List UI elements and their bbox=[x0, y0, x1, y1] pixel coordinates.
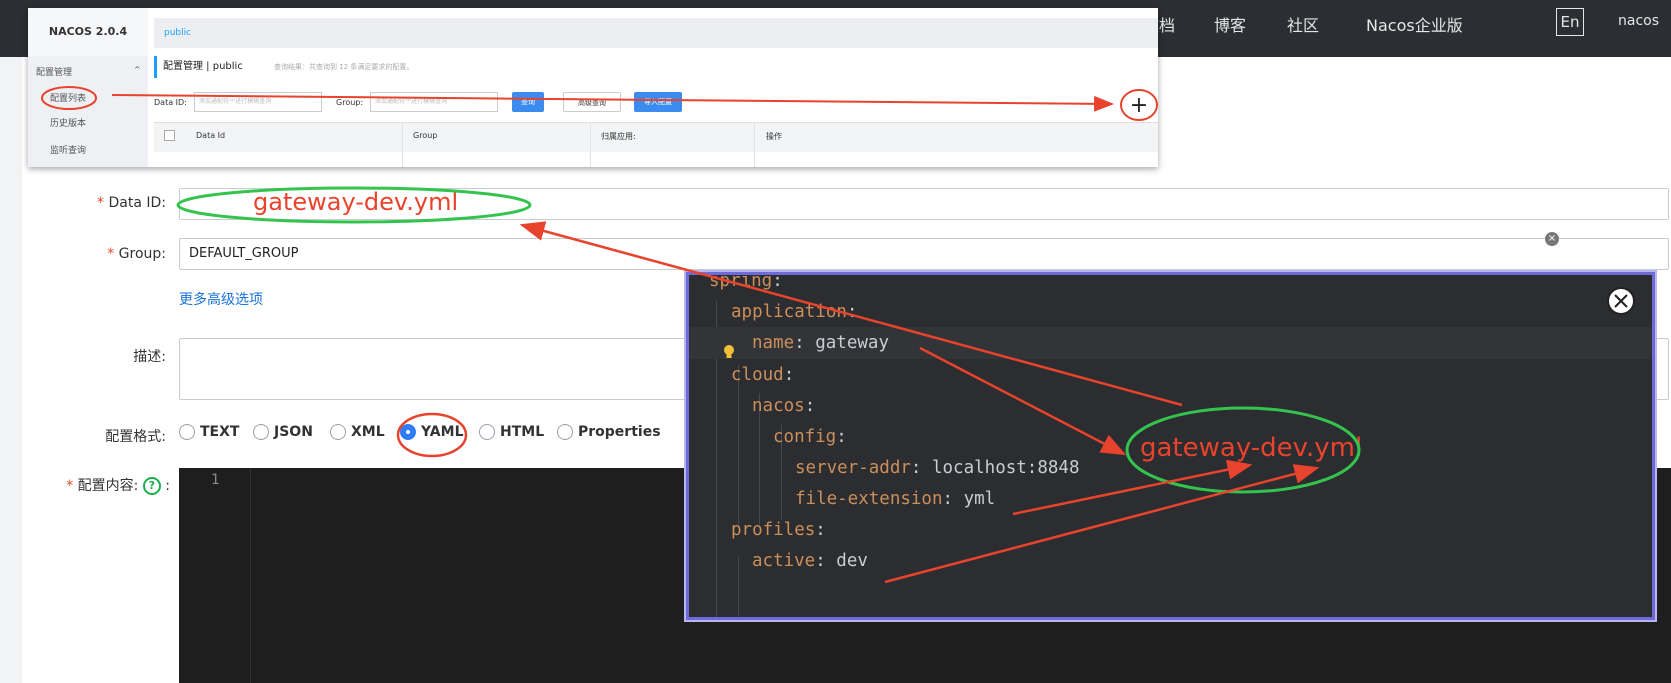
nav-enterprise[interactable]: Nacos企业版 bbox=[1366, 12, 1463, 36]
thumb-main: public 配置管理 | public 查询结果：共查询到 12 条满足要求的… bbox=[154, 8, 1158, 167]
more-options-link[interactable]: 更多高级选项 bbox=[179, 289, 263, 309]
code-line-highlighted: name: gateway bbox=[689, 327, 1652, 359]
thumb-brand: NACOS 2.0.4 bbox=[28, 8, 148, 56]
thumb-dataid-label: Data ID: bbox=[154, 98, 187, 107]
thumb-th-app[interactable]: 归属应用: bbox=[601, 131, 636, 142]
language-switch[interactable]: En bbox=[1556, 8, 1584, 36]
editor-gutter bbox=[179, 468, 251, 683]
radio-dot bbox=[330, 424, 346, 440]
sidebar-strip bbox=[0, 57, 22, 683]
indent-guide bbox=[738, 557, 739, 617]
nav-community[interactable]: 社区 bbox=[1287, 12, 1319, 36]
thumb-import-button[interactable]: 导入配置 bbox=[634, 92, 682, 112]
annotation-result-text: gateway-dev.yml bbox=[1140, 433, 1363, 463]
thumb-th-dataid[interactable]: Data Id bbox=[196, 131, 225, 140]
radio-dot bbox=[479, 424, 495, 440]
user-name[interactable]: nacos bbox=[1618, 13, 1659, 29]
line-number: 1 bbox=[211, 472, 220, 488]
lightbulb-icon bbox=[724, 345, 734, 358]
radio-dot bbox=[179, 424, 195, 440]
radio-dot bbox=[400, 424, 416, 440]
thumb-group-input[interactable]: 添加通配符'*'进行模糊查询 bbox=[370, 92, 498, 112]
thumb-query-button[interactable]: 查询 bbox=[512, 92, 544, 112]
code-line: nacos: bbox=[752, 396, 816, 416]
thumb-namespace-bar[interactable]: public bbox=[154, 18, 1158, 48]
group-label: * Group: bbox=[107, 246, 166, 262]
code-line: server-addr: localhost:8848 bbox=[795, 458, 1080, 478]
radio-dot bbox=[253, 424, 269, 440]
thumb-menu-listener[interactable]: 监听查询 bbox=[50, 143, 86, 156]
format-radio-json[interactable]: JSON bbox=[253, 424, 313, 442]
content-label: * 配置内容: ? : bbox=[66, 477, 170, 495]
thumb-col-divider bbox=[590, 122, 591, 167]
thumb-dataid-input[interactable]: 添加通配符'*'进行模糊查询 bbox=[194, 92, 322, 112]
thumb-col-divider bbox=[754, 122, 755, 167]
format-radio-text[interactable]: TEXT bbox=[179, 424, 239, 442]
code-line: profiles: bbox=[731, 520, 826, 540]
close-icon[interactable] bbox=[1607, 287, 1635, 315]
format-label: 配置格式: bbox=[105, 429, 166, 445]
thumb-th-actions: 操作 bbox=[766, 132, 782, 141]
dataid-label: * Data ID: bbox=[97, 195, 166, 211]
thumb-query-note: 查询结果：共查询到 12 条满足要求的配置。 bbox=[274, 63, 414, 71]
format-radio-html[interactable]: HTML bbox=[479, 424, 544, 442]
thumb-chevron-up-icon: ^ bbox=[134, 65, 141, 74]
thumb-select-all-checkbox[interactable] bbox=[164, 130, 175, 141]
annotation-dataid-text: gateway-dev.yml bbox=[253, 188, 459, 216]
code-line: file-extension: yml bbox=[795, 489, 996, 509]
thumb-group-label: Group: bbox=[336, 98, 364, 107]
format-radio-yaml[interactable]: YAML bbox=[400, 424, 464, 442]
code-line: spring: bbox=[709, 272, 783, 291]
code-line: active: dev bbox=[752, 551, 868, 571]
format-radio-xml[interactable]: XML bbox=[330, 424, 385, 442]
thumb-table-header bbox=[154, 122, 1158, 152]
nav-blog[interactable]: 博客 bbox=[1214, 12, 1246, 36]
thumb-page-title: 配置管理 | public bbox=[154, 56, 243, 78]
thumb-col-divider bbox=[402, 122, 403, 167]
code-line: cloud: bbox=[731, 365, 795, 385]
thumb-advanced-button[interactable]: 高级查询 bbox=[563, 92, 621, 112]
embedded-config-list-screenshot: NACOS 2.0.4 配置管理 ^ 配置列表 历史版本 监听查询 public… bbox=[28, 8, 1158, 167]
thumb-menu-group: 配置管理 bbox=[36, 68, 73, 78]
thumb-menu-config-list[interactable]: 配置列表 bbox=[50, 91, 86, 104]
code-line: config: bbox=[773, 427, 847, 447]
clear-icon[interactable]: × bbox=[1545, 232, 1559, 246]
thumb-th-group[interactable]: Group bbox=[413, 131, 437, 140]
group-input[interactable]: DEFAULT_GROUP bbox=[179, 238, 1669, 270]
help-icon[interactable]: ? bbox=[142, 477, 161, 495]
code-line: application: bbox=[731, 302, 858, 322]
description-label: 描述: bbox=[133, 349, 166, 365]
radio-dot bbox=[557, 424, 573, 440]
format-radio-properties[interactable]: Properties bbox=[557, 424, 661, 442]
thumb-menu-history[interactable]: 历史版本 bbox=[50, 116, 86, 129]
